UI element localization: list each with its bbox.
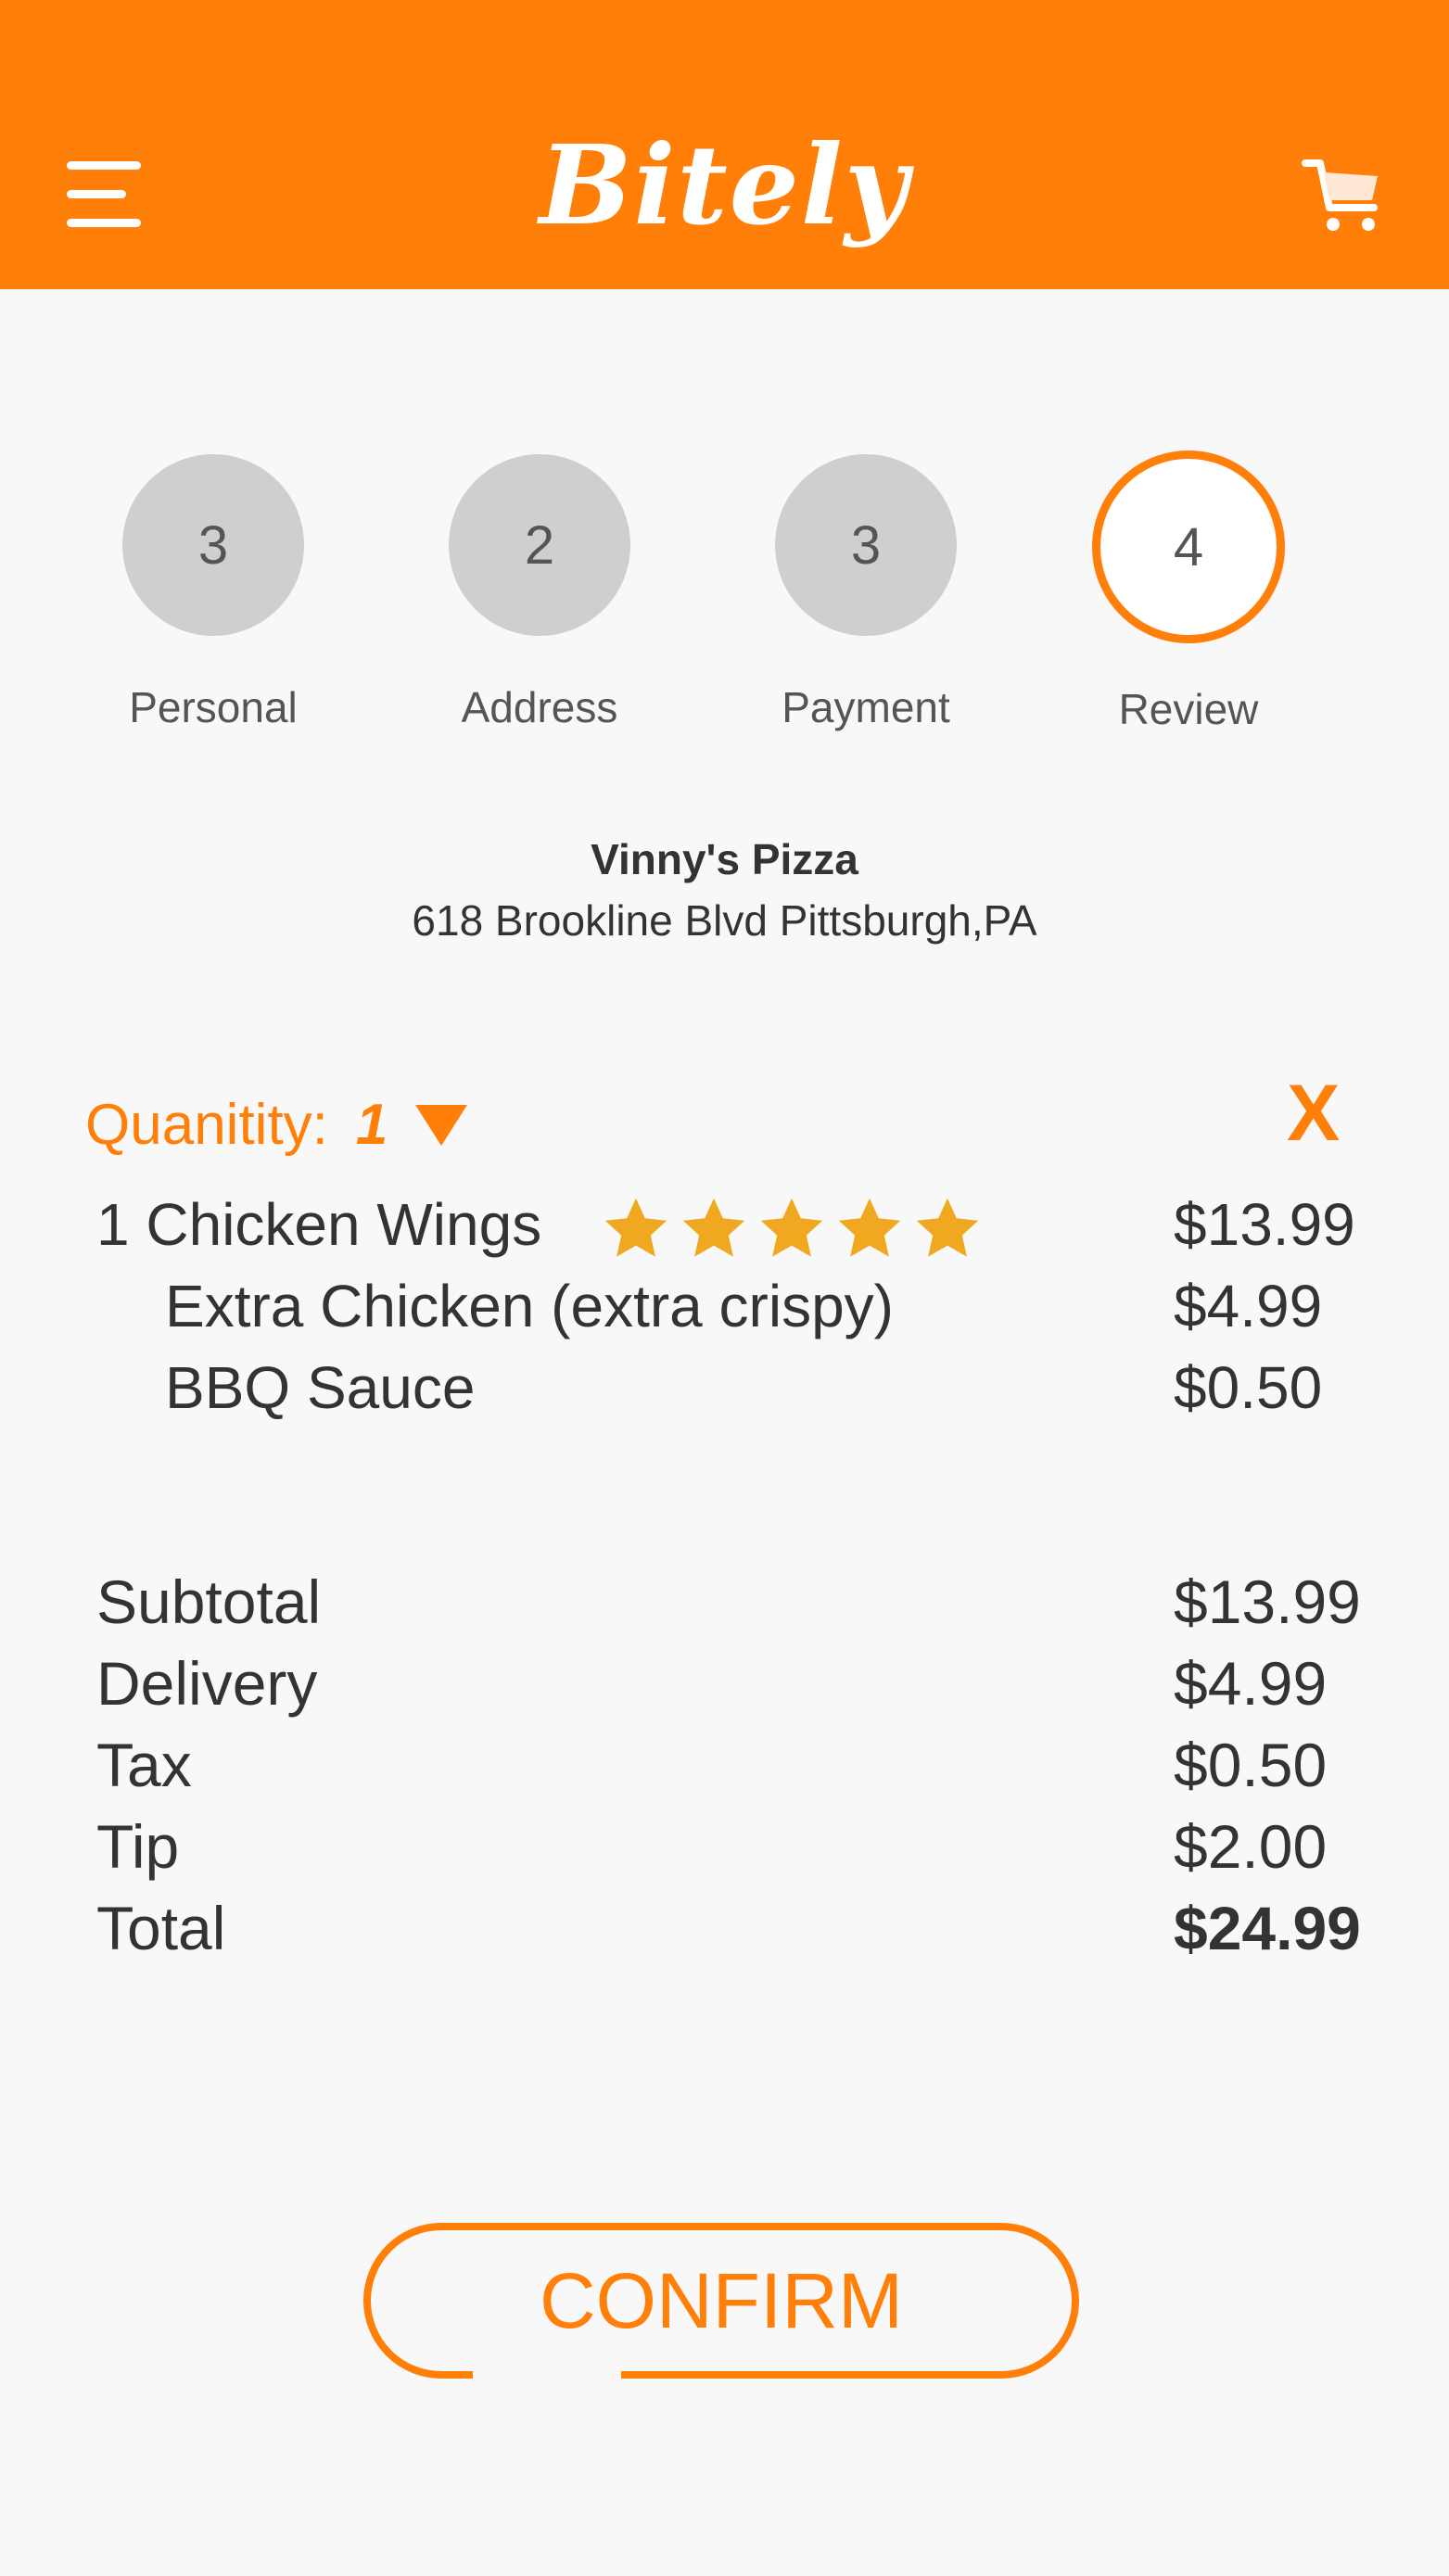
step-number: 3 [122, 454, 304, 636]
step-label: Address [461, 683, 618, 731]
step-label: Payment [782, 683, 950, 731]
item-price: $13.99 [1174, 1191, 1355, 1258]
total-label: Total [96, 1894, 226, 1962]
step-number-active: 4 [1092, 450, 1285, 643]
delivery-row: Delivery $4.99 [0, 1648, 1449, 1730]
tax-label: Tax [96, 1731, 192, 1799]
restaurant-name: Vinny's Pizza [591, 835, 858, 883]
restaurant-info: Vinny's Pizza 618 Brookline Blvd Pittsbu… [0, 834, 1449, 945]
order-totals: Subtotal $13.99 Delivery $4.99 Tax $0.50… [0, 1567, 1449, 1974]
tip-value: $2.00 [1174, 1812, 1328, 1881]
subtotal-value: $13.99 [1174, 1567, 1361, 1636]
star-icon [760, 1198, 823, 1257]
tip-label: Tip [96, 1812, 180, 1881]
subtotal-label: Subtotal [96, 1567, 322, 1636]
quantity-dropdown[interactable]: Quanitity: 1 [85, 1092, 468, 1158]
step-number: 3 [775, 454, 957, 636]
shopping-cart-icon[interactable] [1302, 156, 1381, 234]
addon-name: Extra Chicken (extra crispy) [165, 1273, 894, 1339]
delivery-value: $4.99 [1174, 1649, 1328, 1718]
addon-price: $0.50 [1174, 1354, 1323, 1421]
subtotal-row: Subtotal $13.99 [0, 1567, 1449, 1648]
star-icon [604, 1198, 667, 1257]
addon-name: BBQ Sauce [165, 1354, 476, 1421]
star-icon [838, 1198, 901, 1257]
step-label: Personal [129, 683, 298, 731]
tax-row: Tax $0.50 [0, 1730, 1449, 1811]
star-icon [682, 1198, 745, 1257]
quantity-label: Quanitity: [85, 1093, 328, 1157]
quantity-value: 1 [355, 1093, 388, 1157]
item-name: 1 Chicken Wings [96, 1191, 542, 1258]
checkout-stepper: 3 Personal 2 Address 3 Payment 4 Review [0, 445, 1449, 751]
item-rating [601, 1194, 983, 1264]
delivery-label: Delivery [96, 1649, 318, 1718]
restaurant-address: 618 Brookline Blvd Pittsburgh,PA [412, 896, 1037, 945]
total-value: $24.99 [1174, 1894, 1361, 1962]
addon-price: $4.99 [1174, 1273, 1323, 1339]
star-icon [916, 1198, 979, 1257]
step-label: Review [1118, 685, 1259, 733]
tip-row: Tip $2.00 [0, 1811, 1449, 1893]
confirm-button[interactable]: CONFIRM [363, 2223, 1079, 2379]
total-row: Total $24.99 [0, 1893, 1449, 1974]
top-app-bar: Bitely [0, 0, 1449, 289]
step-payment[interactable]: 3 Payment [745, 445, 986, 732]
dropdown-triangle-icon [415, 1104, 468, 1146]
remove-item-button[interactable]: X [1287, 1068, 1340, 1160]
app-logo: Bitely [539, 121, 910, 249]
step-personal[interactable]: 3 Personal [93, 445, 334, 732]
tax-value: $0.50 [1174, 1731, 1328, 1799]
step-review[interactable]: 4 Review [1068, 445, 1309, 734]
button-outline-gap [473, 2364, 621, 2382]
step-address[interactable]: 2 Address [419, 445, 660, 732]
step-number: 2 [449, 454, 630, 636]
